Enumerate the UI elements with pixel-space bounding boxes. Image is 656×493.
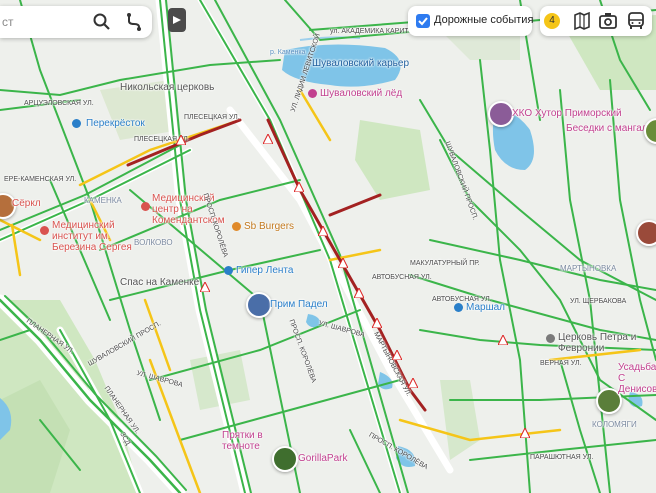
lake-label: Шуваловский карьер [312, 58, 410, 69]
warning-icon[interactable] [263, 134, 273, 144]
poi-label[interactable]: Медицинский центр на Комендантском [152, 193, 232, 226]
search-box[interactable]: ст [0, 6, 152, 38]
poi-label[interactable]: Церковь Петра и Февронии [558, 332, 648, 354]
warning-icon[interactable] [200, 282, 210, 292]
warning-icon[interactable] [520, 428, 530, 438]
poi-label[interactable]: Медицинский институт им. Березина Сергея [52, 220, 142, 253]
user-avatar[interactable] [488, 101, 514, 127]
road-label: МАКУЛАТУРНЫЙ ПР. [410, 260, 480, 267]
poi-label[interactable]: Прятки в темноте [222, 430, 272, 452]
poi-pin[interactable] [308, 89, 317, 98]
warning-icon[interactable] [498, 335, 508, 345]
poi-label[interactable]: Никольская церковь [120, 82, 214, 93]
warning-icon[interactable] [408, 378, 418, 388]
traffic-events-label: Дорожные события [434, 14, 534, 26]
poi-label[interactable]: Сёркл [12, 198, 41, 209]
camera-icon[interactable] [598, 11, 618, 31]
warning-icon[interactable] [338, 258, 348, 268]
poi-label[interactable]: GorillaPark [298, 453, 347, 464]
medical-pin[interactable] [141, 202, 150, 211]
poi-label[interactable]: Шуваловский лёд [320, 88, 402, 99]
road-label: ЕРЕ-КАМЕНСКАЯ УЛ. [4, 176, 77, 183]
district-label: КАМЕНКА [84, 196, 122, 205]
collapse-panel-button[interactable] [168, 8, 186, 32]
poi-label[interactable]: Спас на Каменке [120, 277, 199, 288]
map-layers-icon[interactable] [572, 11, 592, 31]
poi-label[interactable]: Гипер Лента [236, 265, 293, 276]
check-icon [418, 17, 428, 26]
road-label: АРЦУЭЛОВСКАЯ УЛ. [24, 100, 94, 107]
district-label: КОЛОМЯГИ [592, 420, 637, 429]
warning-icon[interactable] [354, 288, 364, 298]
warning-icon[interactable] [372, 318, 382, 328]
warning-icon[interactable] [294, 182, 304, 192]
poi-label[interactable]: Sb Burgers [244, 221, 294, 232]
road-label: АВТОБУСНАЯ УЛ. [372, 274, 432, 281]
search-icon[interactable] [92, 12, 112, 32]
user-avatar[interactable] [246, 292, 272, 318]
play-arrow-icon [173, 16, 181, 24]
church-pin[interactable] [546, 334, 555, 343]
route-icon[interactable] [124, 12, 144, 32]
warning-icon[interactable] [392, 350, 402, 360]
poi-label[interactable]: ХКО Хутор Приморский [512, 108, 622, 119]
shop-pin[interactable] [454, 303, 463, 312]
food-pin[interactable] [232, 222, 241, 231]
road-label: ВЕРНАЯ УЛ. [540, 360, 582, 367]
shop-pin[interactable] [224, 266, 233, 275]
river-label: р. Каменка [270, 49, 306, 56]
poi-label[interactable]: Маршал [466, 302, 505, 313]
district-label: ВОЛКОВО [134, 238, 173, 247]
traffic-score-icon[interactable]: 4 [544, 13, 560, 29]
poi-label[interactable]: Прим Падел [270, 299, 328, 310]
warning-icon[interactable] [318, 226, 328, 236]
bus-icon[interactable] [626, 11, 646, 31]
traffic-events-toggle[interactable]: Дорожные события [408, 6, 534, 36]
user-avatar[interactable] [272, 446, 298, 472]
warning-icon[interactable] [176, 135, 186, 145]
traffic-events-checkbox[interactable] [416, 14, 430, 28]
poi-label[interactable]: Беседки с мангалом [566, 123, 656, 134]
search-input[interactable]: ст [2, 15, 14, 29]
district-label: МАРТЫНОВКА [560, 264, 617, 273]
medical-pin[interactable] [40, 226, 49, 235]
poi-label[interactable]: Перекрёсток [86, 118, 145, 129]
poi-label[interactable]: Усадьба С Денисов [618, 362, 656, 395]
user-avatar[interactable] [636, 220, 656, 246]
map-toolbar: 4 [540, 6, 652, 36]
shop-pin[interactable] [72, 119, 81, 128]
road-label: ПАРАШЮТНАЯ УЛ. [530, 454, 594, 461]
road-label: УЛ. ЩЕРБАКОВА [570, 298, 627, 305]
road-label: ПЛЕСЕЦКАЯ УЛ. [184, 114, 240, 121]
